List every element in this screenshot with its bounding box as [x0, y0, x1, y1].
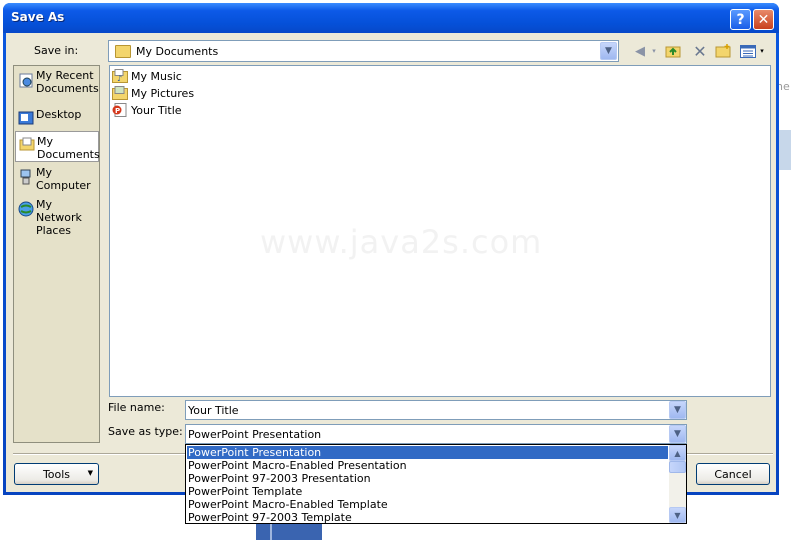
save-as-type-dropdown[interactable]: PowerPoint Presentation ▼ [185, 424, 687, 444]
file-name: Your Title [131, 103, 182, 117]
option-item[interactable]: PowerPoint Template [187, 485, 668, 498]
list-item[interactable]: My Pictures [112, 85, 194, 101]
place-my-recent-documents[interactable]: My Recent Documents [15, 68, 99, 100]
music-folder-icon: ♪ [112, 69, 128, 83]
file-list[interactable]: www.java2s.com ♪ My Music My Pictures P … [109, 65, 771, 397]
help-button[interactable]: ? [730, 9, 751, 30]
save-in-value: My Documents [136, 45, 219, 58]
dialog-title: Save As [11, 10, 65, 24]
option-item[interactable]: PowerPoint 97-2003 Template [187, 511, 668, 524]
close-icon: ✕ [757, 11, 770, 28]
scroll-down-icon[interactable]: ▼ [669, 507, 686, 523]
chevron-down-icon[interactable]: ▼ [600, 42, 617, 60]
delete-icon[interactable]: ✕ [690, 41, 710, 61]
list-scrollbar[interactable]: ▲ ▼ [669, 445, 686, 523]
place-my-computer[interactable]: My Computer [15, 165, 99, 197]
list-item[interactable]: ♪ My Music [112, 68, 182, 84]
my-documents-icon [115, 45, 131, 58]
title-bar[interactable]: Save As ? ✕ [3, 3, 779, 33]
my-documents-icon [19, 136, 35, 152]
views-dropdown-icon[interactable]: ▾ [758, 41, 766, 61]
svg-text:♪: ♪ [117, 74, 122, 83]
dialog-toolbar: ◀ ▾ ✕ ▾ [630, 41, 775, 61]
tools-button[interactable]: Tools ▼ [14, 463, 99, 485]
pictures-folder-icon [112, 86, 128, 100]
recent-documents-icon [18, 72, 34, 88]
save-as-type-value: PowerPoint Presentation [188, 428, 322, 441]
place-my-documents[interactable]: My Documents [15, 131, 100, 162]
background-taskbar-fragment [256, 522, 322, 540]
file-name-value: Your Title [188, 404, 239, 417]
places-bar: My Recent Documents Desktop My Documents… [13, 65, 100, 443]
place-my-network-places[interactable]: My Network Places [15, 197, 99, 237]
cancel-button[interactable]: Cancel [696, 463, 770, 485]
chevron-down-icon[interactable]: ▼ [669, 425, 686, 443]
option-item[interactable]: PowerPoint Presentation [187, 446, 668, 459]
save-as-type-options[interactable]: PowerPoint Presentation PowerPoint Macro… [185, 444, 687, 524]
help-icon: ? [736, 11, 745, 28]
chevron-down-icon[interactable]: ▼ [669, 401, 686, 419]
save-as-type-label: Save as type: [108, 425, 183, 438]
option-item[interactable]: PowerPoint 97-2003 Presentation [187, 472, 668, 485]
option-item[interactable]: PowerPoint Macro-Enabled Presentation [187, 459, 668, 472]
up-folder-icon[interactable] [663, 41, 683, 61]
watermark-text: www.java2s.com [260, 223, 543, 261]
close-button[interactable]: ✕ [753, 9, 774, 30]
save-in-dropdown[interactable]: My Documents ▼ [108, 40, 619, 62]
desktop-icon [18, 110, 34, 126]
file-name: My Pictures [131, 86, 195, 100]
chevron-down-icon: ▼ [87, 469, 93, 477]
file-name-label: File name: [108, 401, 165, 414]
my-computer-icon [18, 169, 34, 185]
views-icon[interactable] [738, 41, 758, 61]
scroll-thumb[interactable] [669, 461, 686, 473]
list-item[interactable]: P Your Title [112, 102, 182, 118]
back-dropdown-icon[interactable]: ▾ [650, 41, 658, 61]
scroll-up-icon[interactable]: ▲ [669, 445, 686, 461]
powerpoint-file-icon: P [112, 103, 128, 117]
file-name-input[interactable]: Your Title ▼ [185, 400, 687, 420]
network-places-icon [18, 201, 34, 217]
back-icon[interactable]: ◀ [630, 41, 650, 61]
file-name: My Music [131, 69, 182, 83]
new-folder-icon[interactable] [713, 41, 733, 61]
svg-text:P: P [115, 107, 120, 115]
save-in-label: Save in: [34, 44, 79, 57]
option-item[interactable]: PowerPoint Macro-Enabled Template [187, 498, 668, 511]
